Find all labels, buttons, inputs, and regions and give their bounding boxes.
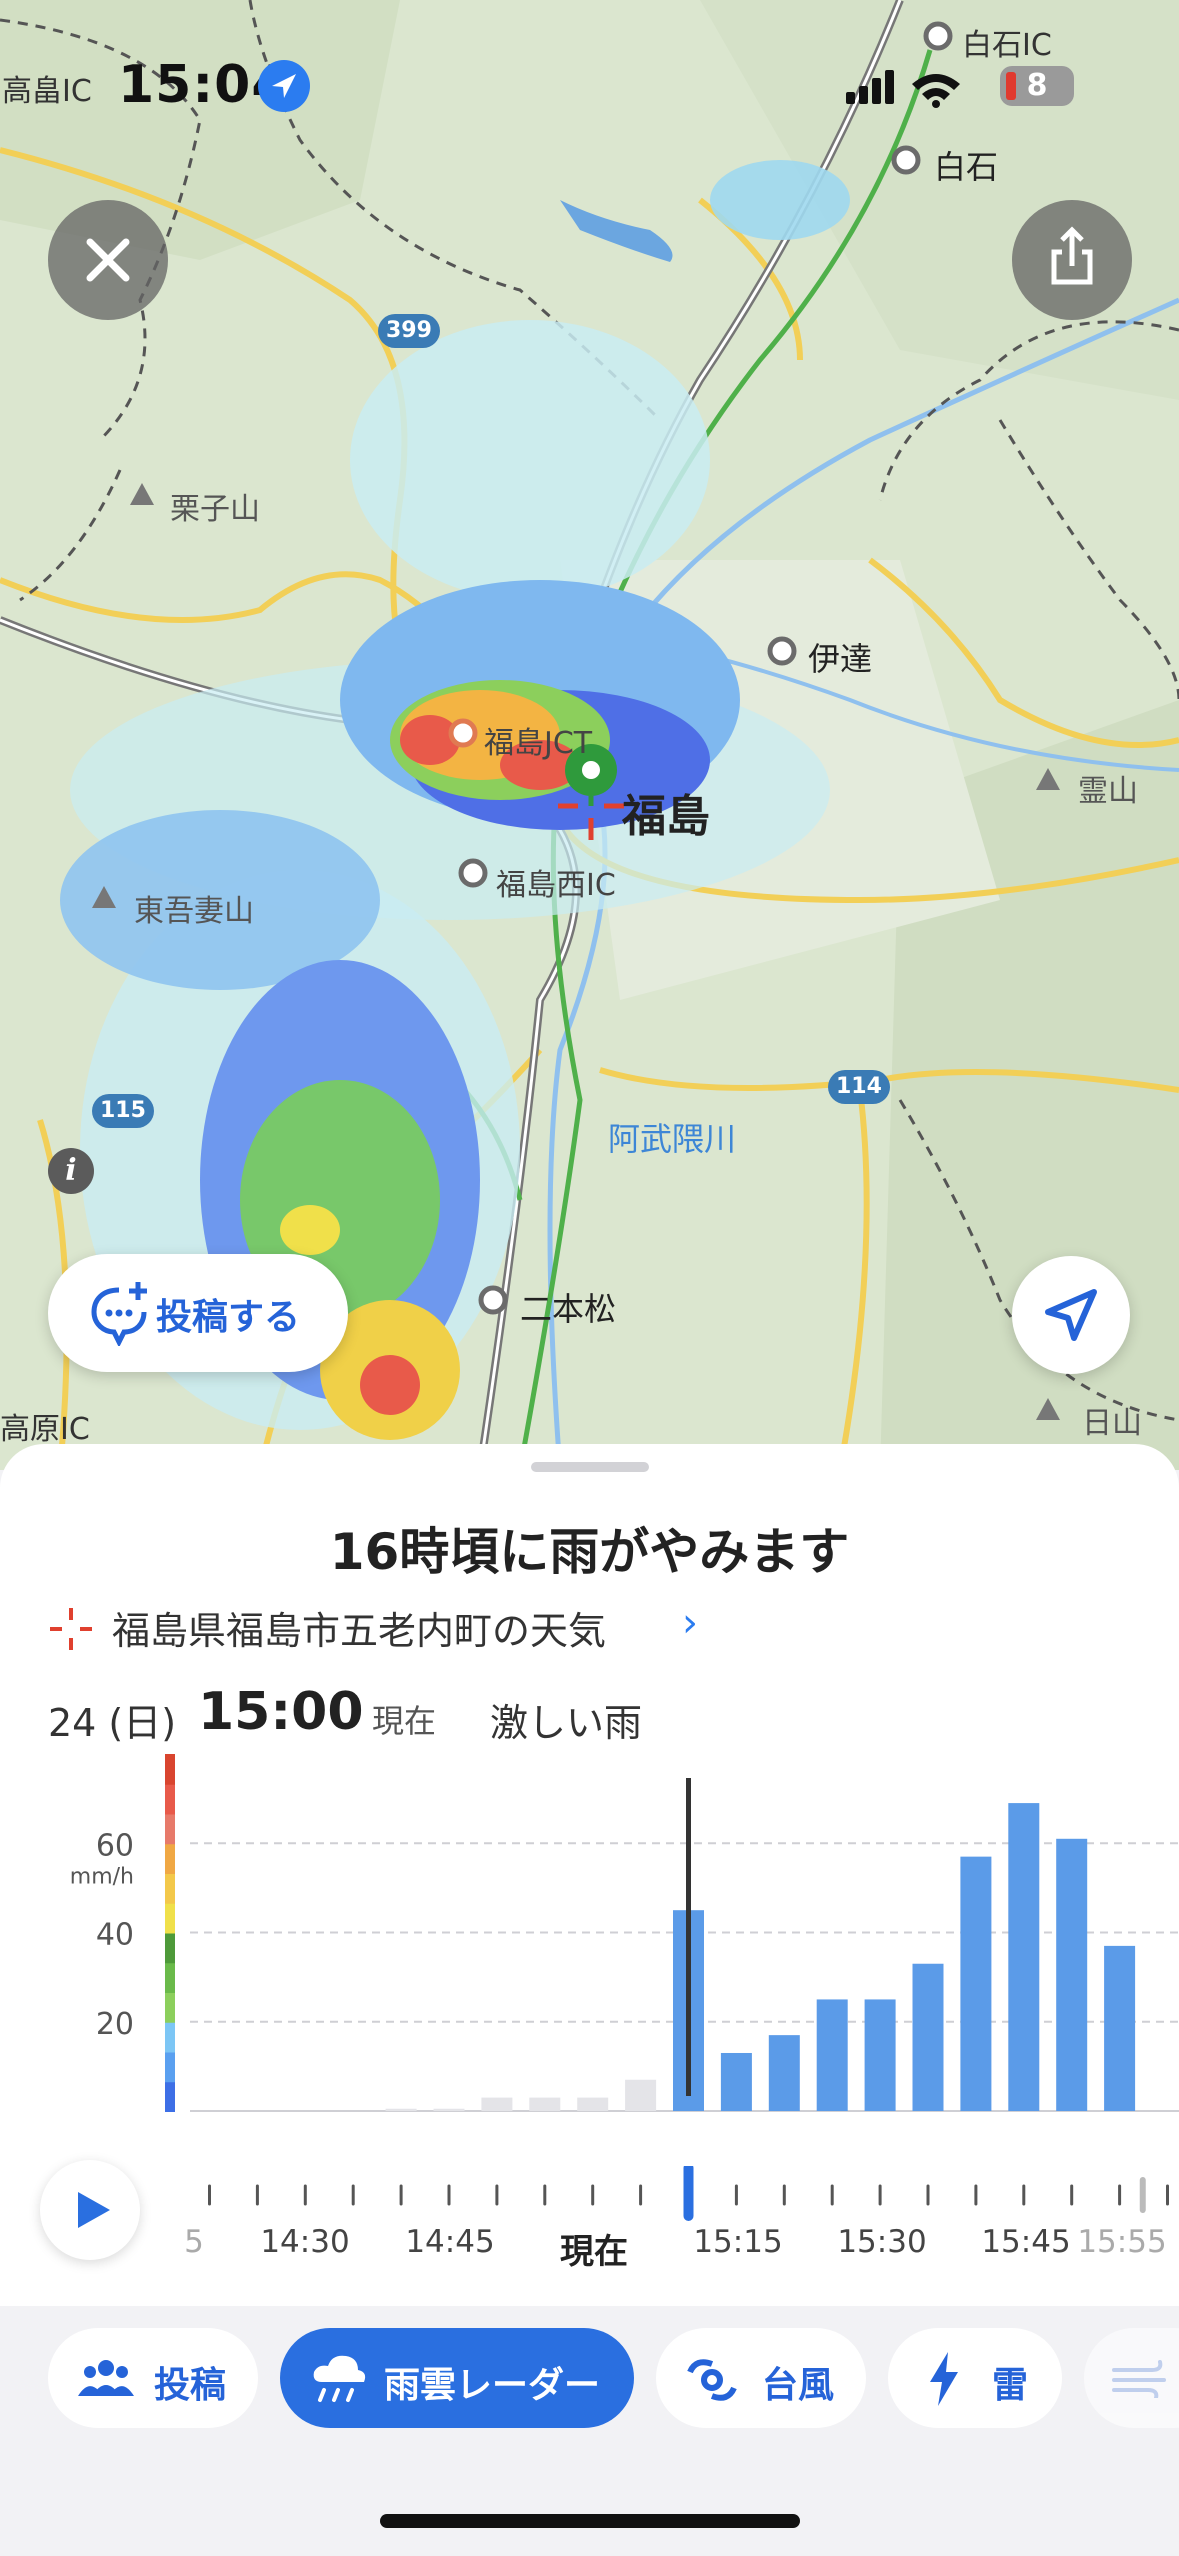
tab-typhoon[interactable]: 台風 <box>656 2328 866 2428</box>
layer-tab-bar: 投稿 雨雲レーダー 台風 雷 <box>0 2306 1179 2556</box>
label-reizan: 霊山 <box>1078 774 1138 809</box>
location-crosshair-icon <box>50 1608 92 1650</box>
forecast-date: 24 (日) <box>48 1701 177 1745</box>
forecast-sheet: 16時頃に雨がやみます 福島県福島市五老内町の天気 › 24 (日) 15:00… <box>0 1444 1179 2306</box>
label-hiyama: 日山 <box>1082 1406 1142 1441</box>
rain-bar <box>912 1963 944 2111</box>
close-button[interactable] <box>48 200 168 320</box>
info-icon[interactable]: i <box>48 1148 94 1194</box>
rain-bar <box>529 2097 561 2111</box>
location-name-link[interactable]: 福島県福島市五老内町の天気 <box>112 1600 606 1655</box>
rain-bar <box>433 2108 465 2111</box>
rain-bar <box>481 2097 513 2111</box>
tab-wind[interactable] <box>1084 2328 1179 2428</box>
rain-bar <box>960 1856 992 2111</box>
rain-bar <box>720 2052 752 2111</box>
timeline-label: 15:55 <box>1077 2224 1167 2260</box>
battery-icon: 8 <box>1000 66 1074 106</box>
tab-rain-radar-label: 雨雲レーダー <box>384 2365 601 2406</box>
rain-bar <box>1008 1803 1040 2111</box>
label-fukushima-nishi-ic: 福島西IC <box>496 868 616 903</box>
tab-posts-label: 投稿 <box>154 2365 227 2406</box>
signal-wifi-icons <box>846 68 976 112</box>
location-arrow-icon <box>258 60 310 112</box>
y-unit-label: mm/h <box>70 1864 134 1889</box>
label-nihonmatsu: 二本松 <box>520 1290 617 1328</box>
post-button-label: 投稿する <box>156 1297 301 1338</box>
timeline-label: 15:30 <box>837 2224 927 2260</box>
label-shiroishi: 白石 <box>934 148 999 186</box>
rain-bar <box>1104 1945 1136 2111</box>
rain-bar <box>385 2108 417 2111</box>
battery-level: 8 <box>1026 68 1048 103</box>
tab-lightning[interactable]: 雷 <box>888 2328 1062 2428</box>
label-takahata-ic: 高畠IC <box>2 74 92 109</box>
label-fukushima: 福島 <box>622 791 710 842</box>
rain-condition: 激しい雨 <box>490 1701 643 1745</box>
radar-map[interactable]: 15:04 8 高畠IC 白石IC 白石 栗子山 伊達 福島JCT 福島 福島西… <box>0 0 1179 1470</box>
now-label: 現在 <box>372 1702 437 1740</box>
timeline-label: 14:30 <box>260 2224 350 2260</box>
label-kogen-ic: 高原IC <box>0 1412 90 1447</box>
label-fukushima-jct: 福島JCT <box>484 726 593 761</box>
timeline-label: 現在 <box>560 2232 628 2272</box>
label-higashi-azuma: 東吾妻山 <box>134 894 254 929</box>
rain-forecast-headline: 16時頃に雨がやみます <box>329 1523 850 1581</box>
timeline-label: 15:15 <box>693 2224 783 2260</box>
timeline-label: 14:45 <box>405 2224 495 2260</box>
y-tick-60: 60 <box>96 1828 134 1863</box>
post-bubble-icon <box>91 1282 147 1346</box>
y-tick-40: 40 <box>96 1918 134 1953</box>
rain-cloud-icon <box>313 2355 366 2402</box>
label-abukuma-river: 阿武隈川 <box>608 1120 737 1158</box>
forecast-time: 15:00 <box>198 1682 364 1742</box>
post-button[interactable]: 投稿する <box>48 1254 348 1372</box>
navigation-arrow-icon <box>1045 1289 1097 1341</box>
tab-posts[interactable]: 投稿 <box>48 2328 258 2428</box>
label-date: 伊達 <box>808 640 873 678</box>
route-115-sign: 115 <box>92 1094 154 1128</box>
y-tick-20: 20 <box>96 2007 134 2042</box>
timeline-scrubber[interactable] <box>160 2166 1179 2226</box>
share-button[interactable] <box>1012 200 1132 320</box>
rain-bar <box>625 2079 657 2111</box>
close-icon <box>86 238 130 282</box>
tab-rain-radar[interactable]: 雨雲レーダー <box>280 2328 634 2428</box>
tab-typhoon-label: 台風 <box>762 2365 835 2406</box>
rain-bar <box>1056 1838 1088 2111</box>
y-axis-labels: 20 40 60mm/h <box>70 1828 134 2042</box>
sheet-drag-handle[interactable] <box>531 1462 649 1472</box>
rain-bar <box>816 1999 848 2111</box>
locate-me-button[interactable] <box>1012 1256 1130 1374</box>
route-114-sign: 114 <box>828 1070 890 1104</box>
intensity-color-scale <box>165 1754 175 2112</box>
rain-bar <box>864 1999 896 2111</box>
tab-lightning-label: 雷 <box>992 2365 1029 2406</box>
typhoon-icon <box>687 2359 737 2401</box>
label-shiroishi-ic: 白石IC <box>962 28 1052 63</box>
home-indicator[interactable] <box>380 2514 800 2528</box>
people-icon <box>78 2360 134 2396</box>
lightning-icon <box>930 2352 958 2406</box>
route-399-sign: 399 <box>378 314 440 348</box>
wind-icon <box>1112 2360 1166 2398</box>
share-icon <box>1051 226 1093 285</box>
rain-bar <box>768 2035 800 2111</box>
rainfall-chart[interactable]: 20 40 60mm/h <box>0 1744 1179 2164</box>
label-kurikoyama: 栗子山 <box>170 492 260 527</box>
rain-bar <box>577 2097 609 2111</box>
chevron-right-icon[interactable]: › <box>682 1600 698 1646</box>
rainfall-bars <box>385 1803 1136 2111</box>
